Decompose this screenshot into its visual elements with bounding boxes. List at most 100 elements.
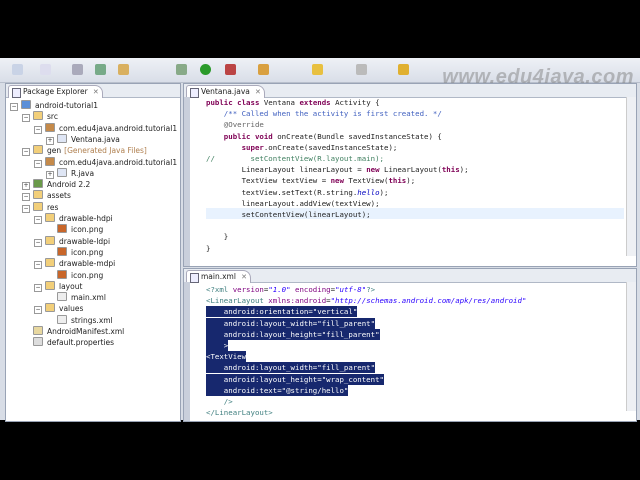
tree-item-label: R.java [71, 168, 95, 178]
tab-package-explorer[interactable]: Package Explorer ✕ [8, 85, 103, 98]
code-token: > [206, 341, 229, 350]
tree-item[interactable]: default.properties [22, 337, 114, 348]
expand-toggle[interactable]: − [22, 204, 30, 213]
folder-icon [45, 235, 55, 245]
tree-item[interactable]: − layout [34, 280, 82, 292]
package-icon [45, 156, 55, 166]
android-sdk-icon[interactable] [95, 64, 106, 75]
code-token: android:layout_height="fill_parent" [206, 329, 380, 339]
expand-toggle[interactable]: − [34, 306, 42, 315]
xml-file-icon [190, 273, 199, 283]
expand-toggle[interactable]: − [22, 193, 30, 202]
external-tools-icon[interactable] [225, 64, 236, 75]
code-token: android:layout_height="wrap_content" [206, 374, 384, 384]
properties-file-icon [33, 337, 43, 347]
image-file-icon [57, 224, 67, 234]
expand-toggle[interactable]: − [34, 216, 42, 224]
code-token: <LinearLayout [206, 296, 269, 306]
tree-item-label: icon.png [71, 225, 104, 235]
back-icon[interactable] [398, 64, 409, 75]
expand-toggle[interactable]: − [34, 261, 42, 270]
tree-item[interactable]: − drawable-ldpi [34, 235, 110, 247]
open-project-icon[interactable] [258, 64, 269, 75]
tree-item[interactable]: main.xml [46, 292, 106, 303]
tree-item[interactable]: − drawable-mdpi [34, 258, 116, 270]
code-token: hello [357, 187, 380, 197]
tree-item-label: strings.xml [71, 315, 113, 325]
tree-item[interactable]: − com.edu4java.android.tutorial1 [34, 122, 178, 134]
code-token: </LinearLayout> [206, 408, 273, 418]
code-line: // setContentView(R.layout.main); [206, 153, 384, 164]
vertical-scrollbar[interactable] [626, 282, 636, 411]
code-line: </LinearLayout> [206, 407, 273, 418]
search-icon[interactable] [312, 64, 323, 75]
close-icon[interactable]: ✕ [93, 86, 99, 98]
code-line: android:layout_width="fill_parent" [206, 317, 376, 329]
new-icon[interactable] [12, 64, 23, 75]
tree-item[interactable]: + R.java [46, 167, 95, 179]
folder-icon [33, 145, 43, 155]
tree-item[interactable]: − res [22, 201, 58, 213]
xml-file-icon [57, 314, 67, 324]
tree-item[interactable]: − gen [Generated Java Files] [22, 145, 147, 157]
code-token: // setContentView(R.layout.main); [206, 154, 384, 163]
tab-main-xml[interactable]: main.xml ✕ [186, 270, 251, 283]
expand-toggle[interactable]: − [34, 125, 42, 134]
vertical-scrollbar[interactable] [626, 97, 636, 256]
package-explorer-panel: Package Explorer ✕ − android-tutorial1− src… [5, 83, 181, 422]
code-token: Ventana [263, 98, 300, 107]
tree-item[interactable]: − values [34, 303, 83, 315]
run-icon[interactable] [200, 64, 211, 75]
code-token: LinearLayout linearLayout = [206, 165, 367, 175]
tree-item[interactable]: icon.png [46, 246, 103, 258]
open-type-icon[interactable] [118, 64, 129, 75]
tree-item[interactable]: icon.png [46, 269, 104, 281]
tree-item[interactable]: − com.edu4java.android.tutorial1 [34, 156, 177, 168]
tree-item[interactable]: − assets [22, 190, 71, 202]
expand-toggle[interactable]: − [34, 159, 42, 168]
folder-icon [33, 111, 43, 121]
annotation-ruler [184, 282, 190, 421]
tree-item[interactable]: − drawable-hdpi [34, 213, 113, 224]
expand-toggle[interactable]: + [22, 182, 30, 191]
tree-item[interactable]: + Ventana.java [46, 133, 120, 145]
print-icon[interactable] [72, 64, 83, 75]
expand-toggle[interactable]: − [34, 238, 42, 247]
expand-toggle[interactable]: + [46, 136, 54, 145]
tree-item[interactable]: − android-tutorial1 [10, 100, 98, 111]
code-line: android:layout_height="wrap_content" [206, 373, 384, 385]
tree-item[interactable]: icon.png [46, 224, 103, 235]
code-token: "http://schemas.android.com/apk/res/andr… [330, 296, 527, 306]
expand-toggle[interactable]: + [46, 170, 54, 179]
code-token: } [206, 243, 211, 253]
code-token: public class [206, 98, 264, 107]
save-icon[interactable] [40, 64, 51, 75]
code-token: xmlns:android [268, 296, 327, 306]
tree-item[interactable]: strings.xml [46, 314, 113, 326]
tree-item[interactable]: − src [22, 111, 58, 123]
code-token: android:layout_width="fill_parent" [206, 318, 376, 328]
tree-item[interactable]: AndroidManifest.xml [22, 326, 124, 337]
xml-editor-panel: main.xml ✕ <?xml version="1.0" encoding="… [183, 268, 637, 422]
code-token: @Override [206, 120, 264, 130]
code-token: TextView( [348, 176, 389, 186]
code-token: super [206, 142, 264, 152]
close-icon[interactable]: ✕ [241, 271, 247, 283]
expand-toggle[interactable]: − [34, 283, 42, 292]
tree-item-label: drawable-mdpi [59, 259, 116, 269]
eclipse-window: www.edu4java.com Package Explorer ✕ − andr… [0, 58, 640, 422]
tree-item-label: icon.png [71, 270, 104, 280]
code-token: android:orientation="vertical" [206, 307, 358, 317]
expand-toggle[interactable]: − [22, 148, 30, 157]
annotation-ruler [184, 97, 190, 266]
code-line: @Override [206, 119, 264, 130]
manifest-file-icon [33, 326, 43, 335]
debug-icon[interactable] [176, 64, 187, 75]
expand-toggle[interactable]: − [10, 103, 18, 111]
code-line: TextView textView = new TextView(this); [206, 175, 416, 186]
expand-toggle[interactable]: − [22, 114, 30, 123]
tree-item[interactable]: + Android 2.2 [22, 179, 90, 191]
tree-item-label: com.edu4java.android.tutorial1 [59, 123, 178, 133]
project-icon [21, 100, 31, 109]
next-annotation-icon[interactable] [356, 64, 367, 75]
